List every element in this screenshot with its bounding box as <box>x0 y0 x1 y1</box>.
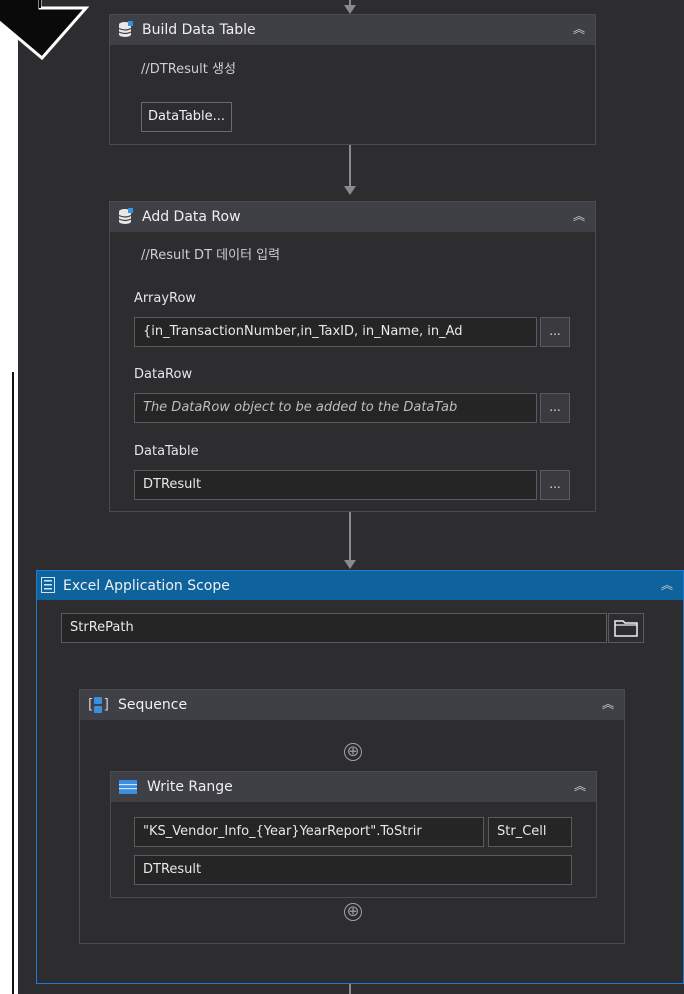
workbook-path-input[interactable]: StrRePath <box>61 613 607 643</box>
connector-line <box>349 512 351 560</box>
collapse-icon[interactable]: ︽ <box>661 577 673 593</box>
database-icon <box>118 208 134 226</box>
sequence-icon-bracket-open: [ <box>88 697 94 713</box>
sequence-title: Sequence <box>118 697 188 713</box>
starting-cell-input[interactable]: Str_Cell <box>488 817 572 847</box>
collapse-icon[interactable]: ︽ <box>602 696 614 712</box>
sequence-activity[interactable]: [ ] Sequence ︽ ⊕ Write Range ︽ "KS_Vendo… <box>79 689 625 944</box>
bottom-connector <box>349 984 351 994</box>
sequence-icon-bracket-close: ] <box>103 697 109 713</box>
data-row-input[interactable]: The DataRow object to be added to the Da… <box>134 393 537 423</box>
build-data-table-header[interactable]: Build Data Table ︽ <box>110 15 595 45</box>
top-connector-arrowhead <box>344 5 356 14</box>
folder-icon <box>614 620 638 637</box>
sequence-icon: [ ] <box>88 696 114 714</box>
excel-scope-header[interactable]: Excel Application Scope ︽ <box>37 571 683 600</box>
down-arrow-icon <box>0 0 90 61</box>
write-range-activity[interactable]: Write Range ︽ "KS_Vendor_Info_{Year}Year… <box>110 771 597 898</box>
add-data-row-annotation: //Result DT 데이터 입력 <box>141 248 281 263</box>
folder-browse-button[interactable] <box>608 613 644 643</box>
excel-application-scope-activity[interactable]: Excel Application Scope ︽ StrRePath [ ] <box>36 570 684 984</box>
add-data-row-activity[interactable]: Add Data Row ︽ //Result DT 데이터 입력 ArrayR… <box>109 201 596 512</box>
data-table-label: DataTable <box>134 444 199 459</box>
data-row-label: DataRow <box>134 367 193 382</box>
write-range-header[interactable]: Write Range ︽ <box>111 772 596 802</box>
array-row-ellipsis-button[interactable]: ... <box>540 317 570 347</box>
data-table-input[interactable]: DTResult <box>134 855 572 885</box>
data-table-ellipsis-button[interactable]: ... <box>540 470 570 500</box>
excel-icon <box>41 576 57 595</box>
add-activity-icon[interactable]: ⊕ <box>344 743 362 761</box>
data-table-input[interactable]: DTResult <box>134 470 537 500</box>
array-row-label: ArrayRow <box>134 291 197 306</box>
connector-arrowhead <box>344 560 356 569</box>
write-range-title: Write Range <box>147 779 233 795</box>
build-data-table-activity[interactable]: Build Data Table ︽ //DTResult 생성 DataTab… <box>109 14 596 145</box>
add-activity-icon[interactable]: ⊕ <box>344 903 362 921</box>
sheet-name-input[interactable]: "KS_Vendor_Info_{Year}YearReport".ToStri… <box>134 817 484 847</box>
database-icon <box>118 21 134 39</box>
sequence-header[interactable]: [ ] Sequence ︽ <box>80 690 624 720</box>
write-range-icon <box>119 778 139 796</box>
datatable-button[interactable]: DataTable... <box>141 102 233 132</box>
connector-line <box>349 145 351 187</box>
collapse-icon[interactable]: ︽ <box>573 21 585 37</box>
array-row-input[interactable]: {in_TransactionNumber,in_TaxID, in_Name,… <box>134 317 537 347</box>
build-data-table-annotation: //DTResult 생성 <box>141 62 236 77</box>
add-data-row-title: Add Data Row <box>142 209 241 225</box>
left-edge-panel <box>0 372 14 994</box>
build-data-table-title: Build Data Table <box>142 22 256 38</box>
data-row-ellipsis-button[interactable]: ... <box>540 393 570 423</box>
collapse-icon[interactable]: ︽ <box>573 208 585 224</box>
workflow-canvas: Build Data Table ︽ //DTResult 생성 DataTab… <box>18 0 684 994</box>
excel-scope-title: Excel Application Scope <box>63 577 230 594</box>
connector-arrowhead <box>344 186 356 195</box>
add-data-row-header[interactable]: Add Data Row ︽ <box>110 202 595 232</box>
collapse-icon[interactable]: ︽ <box>574 778 586 794</box>
